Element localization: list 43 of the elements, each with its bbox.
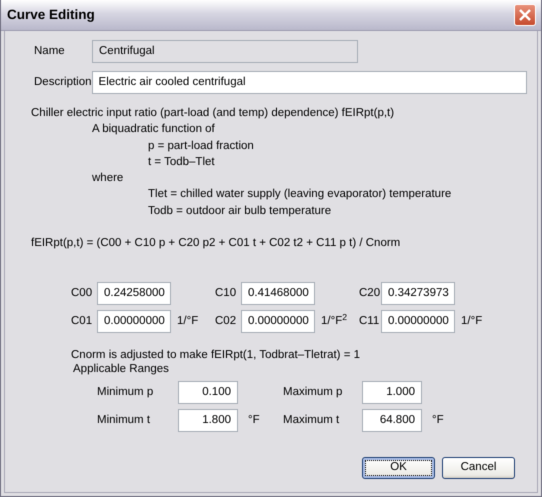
range-field[interactable]: 1.800 [178,409,238,432]
explanation-line: p = part-load fraction [148,140,254,152]
coefficient-field[interactable]: 0.00000000 [97,310,171,334]
close-button[interactable] [514,4,536,26]
coefficient-label: C10 [215,286,238,302]
explanation-line: A biquadratic function of [92,123,215,136]
cancel-button[interactable]: Cancel [442,457,515,479]
name-label: Name [33,44,66,59]
description-label: Description [33,74,92,90]
explanation-line: Tlet = chilled water supply (leaving evaporator) temperature [148,188,452,200]
explanation-line: where [92,172,124,184]
range-label: Minimum t [97,413,152,428]
range-label: Minimum p [97,385,154,400]
coefficient-field[interactable]: 0.00000000 [381,310,455,334]
coefficient-label: C02 [215,314,238,330]
range-field[interactable]: 1.000 [362,381,422,404]
coefficient-label: C11 [359,314,380,330]
ranges-heading: Applicable Ranges [72,362,170,376]
range-label: Maximum t [283,413,340,428]
ok-button[interactable]: OK [362,457,435,479]
formula-text: fEIRpt(p,t) = (C00 + C10 p + C20 p2 + C01 t + C02 t2 + C11 p t) / Cnorm [31,236,402,252]
window-title: Curve Editing [7,6,95,24]
unit-label: 1/°F [176,314,200,330]
range-field[interactable]: 64.800 [362,409,422,432]
explanation-line: Todb = outdoor air bulb temperature [148,204,332,217]
cnorm-note: Cnorm is adjusted to make fEIRpt(1, Todbrat–Tletrat) = 1 [71,348,362,362]
range-field[interactable]: 0.100 [178,381,238,404]
coefficient-field[interactable]: 0.34273973 [381,282,455,306]
range-label: Maximum p [283,385,344,400]
explanation-heading: Chiller electric input ratio (part-load (and temp) dependence) fEIRpt(p,t) [31,107,394,119]
close-icon [518,8,532,22]
unit-label: °F [247,413,261,428]
unit-label: °F [431,413,445,428]
coefficient-label: C00 [71,286,94,302]
unit-label: 1/°F$^{2}$ [320,313,348,330]
coefficient-field[interactable]: 0.00000000 [241,310,315,334]
coefficient-field[interactable]: 0.41468000 [241,282,315,306]
description-field[interactable]: Electric air cooled centrifugal [92,71,527,94]
explanation-line: t = Todb–Tlet [148,156,215,168]
unit-label: 1/°F [460,314,484,330]
coefficient-label: C01 [71,314,94,330]
coefficient-field[interactable]: 0.24258000 [97,282,171,306]
coefficient-label: C20 [359,286,381,302]
